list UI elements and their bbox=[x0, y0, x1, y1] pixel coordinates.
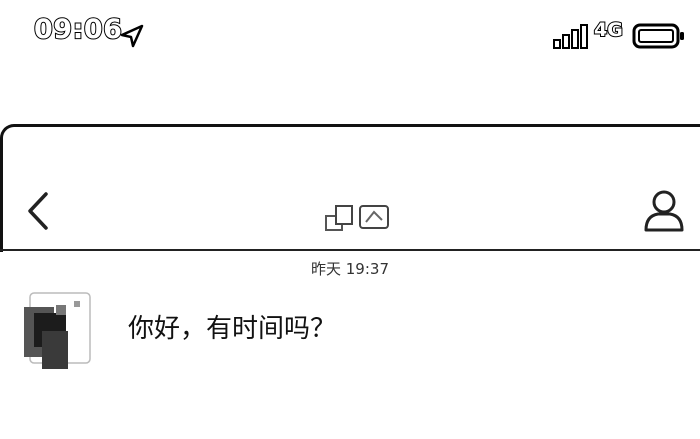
message-timestamp: 昨天 19:37 bbox=[311, 260, 389, 278]
location-arrow-icon bbox=[120, 24, 144, 48]
nav-divider bbox=[0, 249, 700, 251]
contact-name-image bbox=[325, 205, 389, 231]
chevron-left-icon[interactable] bbox=[24, 190, 52, 232]
avatar[interactable] bbox=[14, 291, 92, 371]
battery-icon bbox=[632, 23, 684, 49]
chat-screen: 09:06 4G 昨天 19:37 你好，有时间吗？ bbox=[0, 0, 700, 439]
message-bubble-text: 你好，有时间吗？ bbox=[128, 314, 337, 344]
network-type: 4G bbox=[593, 18, 624, 42]
status-time: 09:06 bbox=[33, 13, 123, 46]
cellular-signal-icon bbox=[553, 24, 588, 49]
contact-profile-icon[interactable] bbox=[640, 186, 688, 234]
